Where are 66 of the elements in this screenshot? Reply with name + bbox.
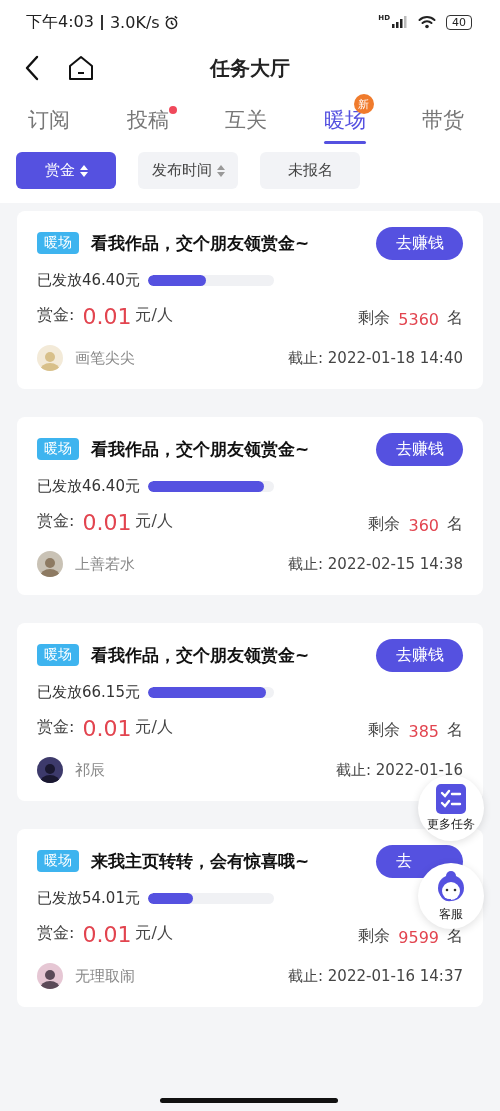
remaining-unit: 名 <box>447 308 463 329</box>
paid-amount: 已发放66.15元 <box>37 683 140 702</box>
sort-icon <box>79 164 88 177</box>
tab[interactable]: 投稿 <box>126 94 177 146</box>
network-speed: 3.0K/s <box>109 12 160 32</box>
earn-button[interactable]: 去赚钱 <box>376 226 463 260</box>
signal-icon <box>392 16 408 28</box>
sort-icon <box>216 164 225 177</box>
task-title: 看我作品，交个朋友领赏金~ <box>91 643 310 667</box>
remaining-unit: 名 <box>447 720 463 741</box>
reward-unit: 元/人 <box>135 305 173 326</box>
reward-value: 0.01 <box>82 304 132 329</box>
reward-label: 赏金: <box>37 923 75 944</box>
remaining-unit: 名 <box>447 926 463 947</box>
earn-button[interactable]: 去赚钱 <box>376 638 463 672</box>
battery-indicator: 40 <box>446 14 472 30</box>
remaining-label: 剩余 <box>368 514 401 535</box>
reward-unit: 元/人 <box>135 923 173 944</box>
back-icon[interactable] <box>24 55 40 81</box>
reward-unit: 元/人 <box>135 717 173 738</box>
checklist-icon <box>436 783 466 814</box>
tab[interactable]: 暖场 新 <box>323 94 374 146</box>
filter-chip[interactable]: 发布时间 <box>138 152 238 189</box>
deadline: 截止: 2022-02-15 14:38 <box>288 554 463 574</box>
author-name: 祁辰 <box>75 760 105 780</box>
deadline: 截止: 2022-01-18 14:40 <box>288 348 463 368</box>
task-title: 看我作品，交个朋友领赏金~ <box>91 437 310 461</box>
author-name: 画笔尖尖 <box>75 348 135 368</box>
tab[interactable]: 互关 <box>225 94 275 146</box>
status-time: 下午4:03 <box>26 11 94 33</box>
reward-value: 0.01 <box>82 716 132 741</box>
tab[interactable]: 带货 <box>422 94 472 146</box>
deadline: 截止: 2022-01-16 14:37 <box>288 966 463 986</box>
remaining-count: 5360 <box>398 310 439 329</box>
reward-label: 赏金: <box>37 511 75 532</box>
earn-button[interactable]: 去赚钱 <box>376 432 463 466</box>
paid-amount: 已发放46.40元 <box>37 477 140 496</box>
alarm-icon <box>163 14 179 30</box>
reward-value: 0.01 <box>82 510 132 535</box>
remaining-label: 剩余 <box>368 720 401 741</box>
tab[interactable]: 订阅 <box>28 94 78 146</box>
task-tag: 暖场 <box>37 850 79 872</box>
reward-label: 赏金: <box>37 717 75 738</box>
remaining-count: 9599 <box>398 928 439 947</box>
wifi-icon <box>418 15 436 29</box>
reward-unit: 元/人 <box>135 511 173 532</box>
filter-chip[interactable]: 未报名 <box>260 152 360 189</box>
task-tag: 暖场 <box>37 232 79 254</box>
page-title: 任务大厅 <box>210 54 290 82</box>
remaining-count: 385 <box>408 722 439 741</box>
author-name: 上善若水 <box>75 554 135 574</box>
home-icon[interactable] <box>68 55 94 81</box>
paid-amount: 已发放54.01元 <box>37 889 140 908</box>
task-title: 来我主页转转，会有惊喜哦~ <box>91 849 310 873</box>
filter-chip[interactable]: 赏金 <box>16 152 116 189</box>
paid-amount: 已发放46.40元 <box>37 271 140 290</box>
task-title: 看我作品，交个朋友领赏金~ <box>91 231 310 255</box>
reward-label: 赏金: <box>37 305 75 326</box>
reward-value: 0.01 <box>82 922 132 947</box>
task-tag: 暖场 <box>37 438 79 460</box>
task-tag: 暖场 <box>37 644 79 666</box>
remaining-label: 剩余 <box>358 308 391 329</box>
author-name: 无理取闹 <box>75 966 135 986</box>
remaining-unit: 名 <box>447 514 463 535</box>
remaining-count: 360 <box>408 516 439 535</box>
remaining-label: 剩余 <box>358 926 391 947</box>
